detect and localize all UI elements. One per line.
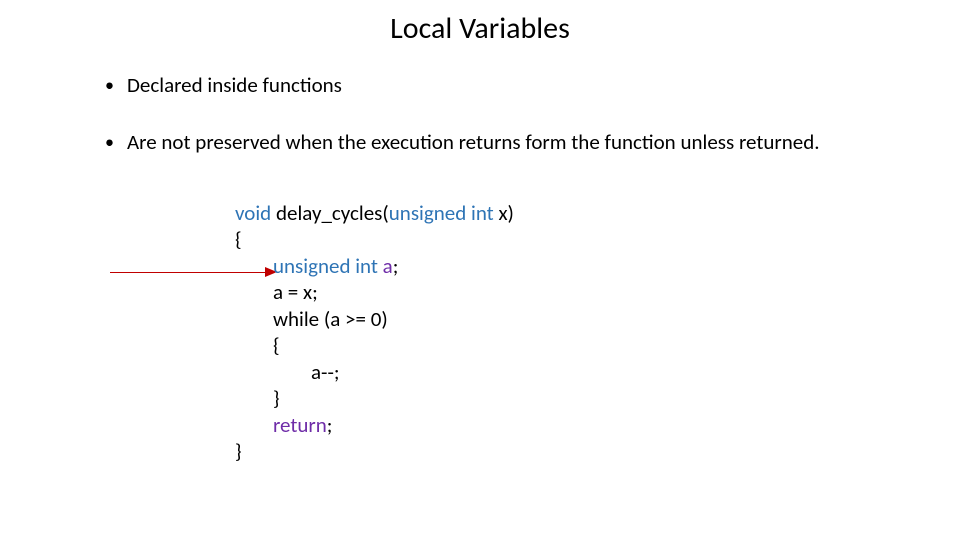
code-line: while (a >= 0) (235, 306, 514, 332)
code-line: return; (235, 412, 514, 438)
keyword-type: unsigned int (273, 253, 378, 279)
bullet-dot-icon: • (105, 129, 127, 155)
code-line: a--; (235, 359, 514, 385)
code-line: a = x; (235, 279, 514, 305)
code-line: { (235, 332, 514, 358)
bullet-item: • Are not preserved when the execution r… (105, 129, 865, 156)
keyword-return: return (273, 412, 327, 438)
code-line: unsigned int a; (235, 253, 514, 279)
function-name: delay_cycles (276, 200, 382, 226)
slide: Local Variables • Declared inside functi… (0, 0, 960, 540)
keyword-type: unsigned int (389, 200, 494, 226)
code-line: void delay_cycles(unsigned int x) (235, 200, 514, 226)
bullet-item: • Declared inside functions (105, 72, 865, 99)
keyword-void: void (235, 200, 271, 226)
code-line: } (235, 385, 514, 411)
bullet-dot-icon: • (105, 72, 127, 98)
bullet-text: Declared inside functions (127, 72, 865, 99)
variable-a: a (378, 253, 393, 279)
bullet-text: Are not preserved when the execution ret… (127, 129, 865, 156)
code-line: } (235, 438, 514, 464)
code-block: void delay_cycles(unsigned int x) { unsi… (235, 200, 514, 465)
slide-title: Local Variables (0, 10, 960, 47)
code-line: { (235, 226, 514, 252)
bullet-list: • Declared inside functions • Are not pr… (105, 72, 865, 187)
